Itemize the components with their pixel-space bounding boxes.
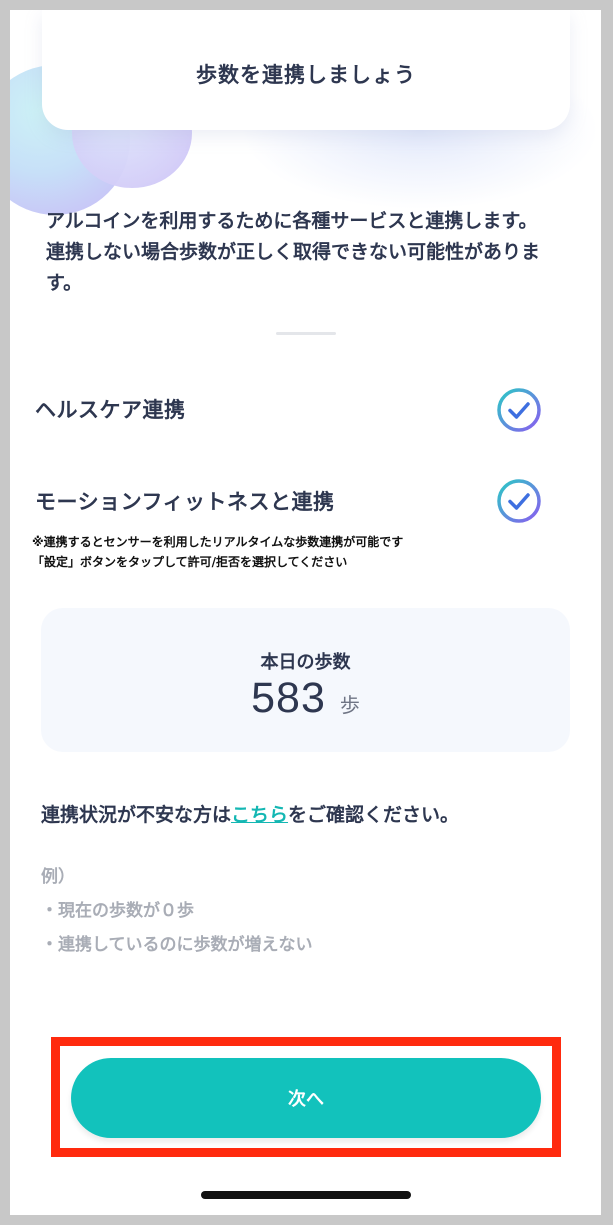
note-line-1: ※連携するとセンサーを利用したリアルタイムな歩数連携が可能です: [32, 535, 404, 549]
example-list: 例） ・現在の歩数が０歩 ・連携しているのに歩数が増えない: [41, 860, 313, 962]
example-item-1: ・現在の歩数が０歩: [41, 901, 194, 921]
motion-fitness-check-icon[interactable]: [496, 478, 542, 524]
page-title: 歩数を連携しましょう: [196, 63, 416, 87]
confirm-text: 連携状況が不安な方はこちらをご確認ください。: [41, 800, 459, 827]
intro-text: アルコインを利用するために各種サービスと連携します。 連携しない場合歩数が正しく…: [46, 206, 576, 299]
steps-label: 本日の歩数: [260, 652, 351, 673]
confirm-prefix: 連携状況が不安な方は: [41, 804, 232, 826]
motion-note: ※連携するとセンサーを利用したリアルタイムな歩数連携が可能です 「設定」ボタンを…: [32, 532, 592, 572]
healthcare-check-icon[interactable]: [496, 387, 542, 433]
intro-line-3: す。: [46, 272, 83, 294]
home-indicator: [201, 1191, 411, 1199]
divider: [276, 332, 336, 335]
steps-value-row: 583 歩: [41, 674, 570, 723]
header-card: 歩数を連携しましょう: [42, 10, 570, 130]
note-line-2: 「設定」ボタンをタップして許可/拒否を選択してください: [32, 555, 348, 569]
steps-value: 583: [251, 674, 326, 722]
app-screen: 歩数を連携しましょう アルコインを利用するために各種サービスと連携します。 連携…: [10, 10, 601, 1215]
intro-line-2: 連携しない場合歩数が正しく取得できない可能性がありま: [46, 241, 541, 263]
confirm-suffix: をご確認ください。: [288, 804, 460, 826]
motion-fitness-integration-label: モーションフィットネスと連携: [35, 490, 335, 514]
confirm-link[interactable]: こちら: [231, 804, 288, 826]
intro-line-1: アルコインを利用するために各種サービスと連携します。: [46, 210, 538, 232]
example-heading: 例）: [41, 867, 75, 887]
steps-unit: 歩: [339, 693, 360, 717]
today-steps-card: 本日の歩数 583 歩: [41, 608, 570, 752]
next-button[interactable]: 次へ: [71, 1058, 541, 1138]
example-item-2: ・連携しているのに歩数が増えない: [41, 935, 313, 955]
healthcare-integration-label: ヘルスケア連携: [35, 398, 186, 422]
